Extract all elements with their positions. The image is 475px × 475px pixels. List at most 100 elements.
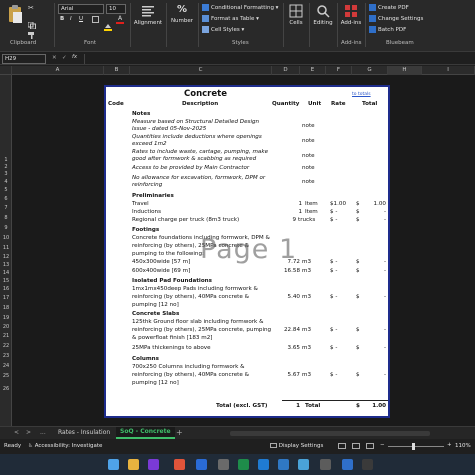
underline-button[interactable]: U	[79, 16, 83, 22]
row-header[interactable]: 13	[0, 262, 12, 268]
preliminaries-heading: Preliminaries	[132, 193, 174, 199]
row-header[interactable]: 14	[0, 270, 12, 276]
format-as-table-button[interactable]: Format as Table ▾	[202, 15, 259, 22]
row-header[interactable]: 6	[0, 196, 12, 202]
more-tabs-button[interactable]: ...	[40, 428, 46, 438]
page-break-view-icon[interactable]	[366, 443, 374, 449]
borders-icon[interactable]	[92, 16, 99, 23]
row-header[interactable]: 19	[0, 315, 12, 321]
batch-pdf-button[interactable]: Batch PDF	[369, 26, 406, 33]
app-icon[interactable]	[342, 459, 353, 470]
column-header[interactable]: I	[422, 66, 475, 75]
conditional-formatting-button[interactable]: Conditional Formatting ▾	[202, 4, 278, 11]
app-icon[interactable]	[298, 459, 309, 470]
file-explorer-icon[interactable]	[128, 459, 139, 470]
add-ins-button[interactable]: Add-ins	[339, 4, 363, 26]
search-icon	[317, 5, 330, 18]
accessibility-status[interactable]: ♿ Accessibility: Investigate	[28, 443, 102, 449]
page-layout-view-icon[interactable]	[352, 443, 360, 449]
format-painter-icon[interactable]	[28, 24, 36, 39]
column-header[interactable]: F	[326, 66, 352, 75]
app-icon[interactable]	[362, 459, 373, 470]
tab-scroll-left-icon[interactable]: <	[14, 428, 19, 438]
app-icon[interactable]	[258, 459, 269, 470]
start-icon[interactable]	[108, 459, 119, 470]
row-header[interactable]: 23	[0, 353, 12, 359]
app-icon[interactable]	[148, 459, 159, 470]
enter-icon[interactable]: ✓	[62, 55, 67, 61]
italic-button[interactable]: I	[70, 16, 72, 22]
name-box[interactable]: H29	[2, 54, 46, 64]
column-header[interactable]: D	[272, 66, 300, 75]
normal-view-icon[interactable]	[338, 443, 346, 449]
row-header[interactable]: 25	[0, 373, 12, 379]
row-header[interactable]: 17	[0, 295, 12, 301]
column-header-selected[interactable]: H	[388, 66, 422, 75]
paste-button[interactable]	[6, 4, 24, 24]
font-size-select[interactable]: 10	[106, 4, 126, 14]
zoom-out-button[interactable]: −	[380, 442, 385, 448]
copy-icon[interactable]	[27, 14, 36, 30]
zoom-slider[interactable]	[388, 446, 444, 447]
row-header[interactable]: 5	[0, 187, 12, 193]
row-header[interactable]: 3	[0, 171, 12, 177]
app-icon[interactable]	[218, 459, 229, 470]
row-header[interactable]: 18	[0, 305, 12, 311]
fill-color-icon[interactable]	[104, 16, 112, 31]
row-header[interactable]: 16	[0, 286, 12, 292]
cut-icon[interactable]: ✂	[28, 4, 36, 12]
tab-soq-concrete[interactable]: SoQ - Concrete	[116, 427, 175, 439]
row-header[interactable]: 11	[0, 245, 12, 251]
to-totals-link[interactable]: to totals	[352, 91, 371, 98]
horizontal-scrollbar[interactable]	[230, 431, 430, 436]
number-button[interactable]: % Number	[168, 4, 196, 24]
bold-button[interactable]: B	[60, 16, 64, 22]
font-color-icon[interactable]: A	[116, 15, 124, 24]
row-header[interactable]: 24	[0, 363, 12, 369]
font-name-select[interactable]: Arial	[58, 4, 104, 14]
row-header[interactable]: 9	[0, 225, 12, 231]
tab-scroll-right-icon[interactable]: >	[26, 428, 31, 438]
app-icon[interactable]	[196, 459, 207, 470]
zoom-slider-thumb[interactable]	[412, 443, 415, 450]
formula-input[interactable]	[84, 54, 470, 64]
row-header[interactable]: 8	[0, 215, 12, 221]
row-header[interactable]: 15	[0, 278, 12, 284]
zoom-level[interactable]: 110%	[455, 443, 471, 449]
alignment-button[interactable]: Alignment	[133, 4, 163, 26]
zoom-in-button[interactable]: +	[447, 442, 452, 448]
cell-styles-button[interactable]: Cell Styles ▾	[202, 26, 244, 33]
settings-icon[interactable]	[320, 459, 331, 470]
editing-button[interactable]: Editing	[311, 4, 335, 26]
row-header[interactable]: 12	[0, 254, 12, 260]
excel-icon[interactable]	[238, 459, 249, 470]
row-header[interactable]: 20	[0, 324, 12, 330]
column-header[interactable]: C	[130, 66, 272, 75]
display-settings-button[interactable]: Display Settings	[270, 443, 323, 449]
row-header[interactable]: 22	[0, 343, 12, 349]
item-quantity: 16.58	[283, 268, 300, 274]
column-header[interactable]: A	[12, 66, 104, 75]
add-sheet-button[interactable]: +	[176, 428, 183, 438]
row-header[interactable]: 4	[0, 179, 12, 185]
display-icon	[270, 443, 277, 448]
cells-button[interactable]: Cells	[285, 4, 307, 26]
app-icon[interactable]	[278, 459, 289, 470]
browser-icon[interactable]	[174, 459, 185, 470]
column-header[interactable]: G	[352, 66, 388, 75]
row-header[interactable]: 26	[0, 386, 12, 392]
change-settings-button[interactable]: Change Settings	[369, 15, 423, 22]
row-header[interactable]: 7	[0, 205, 12, 211]
batch-pdf-icon	[369, 26, 376, 33]
column-header[interactable]: B	[104, 66, 130, 75]
row-header[interactable]: 1	[0, 157, 12, 163]
tab-rates-insulation[interactable]: Rates - Insulation	[58, 428, 110, 438]
create-pdf-button[interactable]: Create PDF	[369, 4, 409, 11]
row-header[interactable]: 2	[0, 164, 12, 170]
row-header[interactable]: 21	[0, 333, 12, 339]
cancel-icon[interactable]: ✕	[52, 55, 57, 61]
insert-function-button[interactable]: fx	[72, 54, 77, 60]
column-header[interactable]: E	[300, 66, 326, 75]
row-header[interactable]: 10	[0, 235, 12, 241]
select-all-corner[interactable]	[0, 66, 12, 75]
